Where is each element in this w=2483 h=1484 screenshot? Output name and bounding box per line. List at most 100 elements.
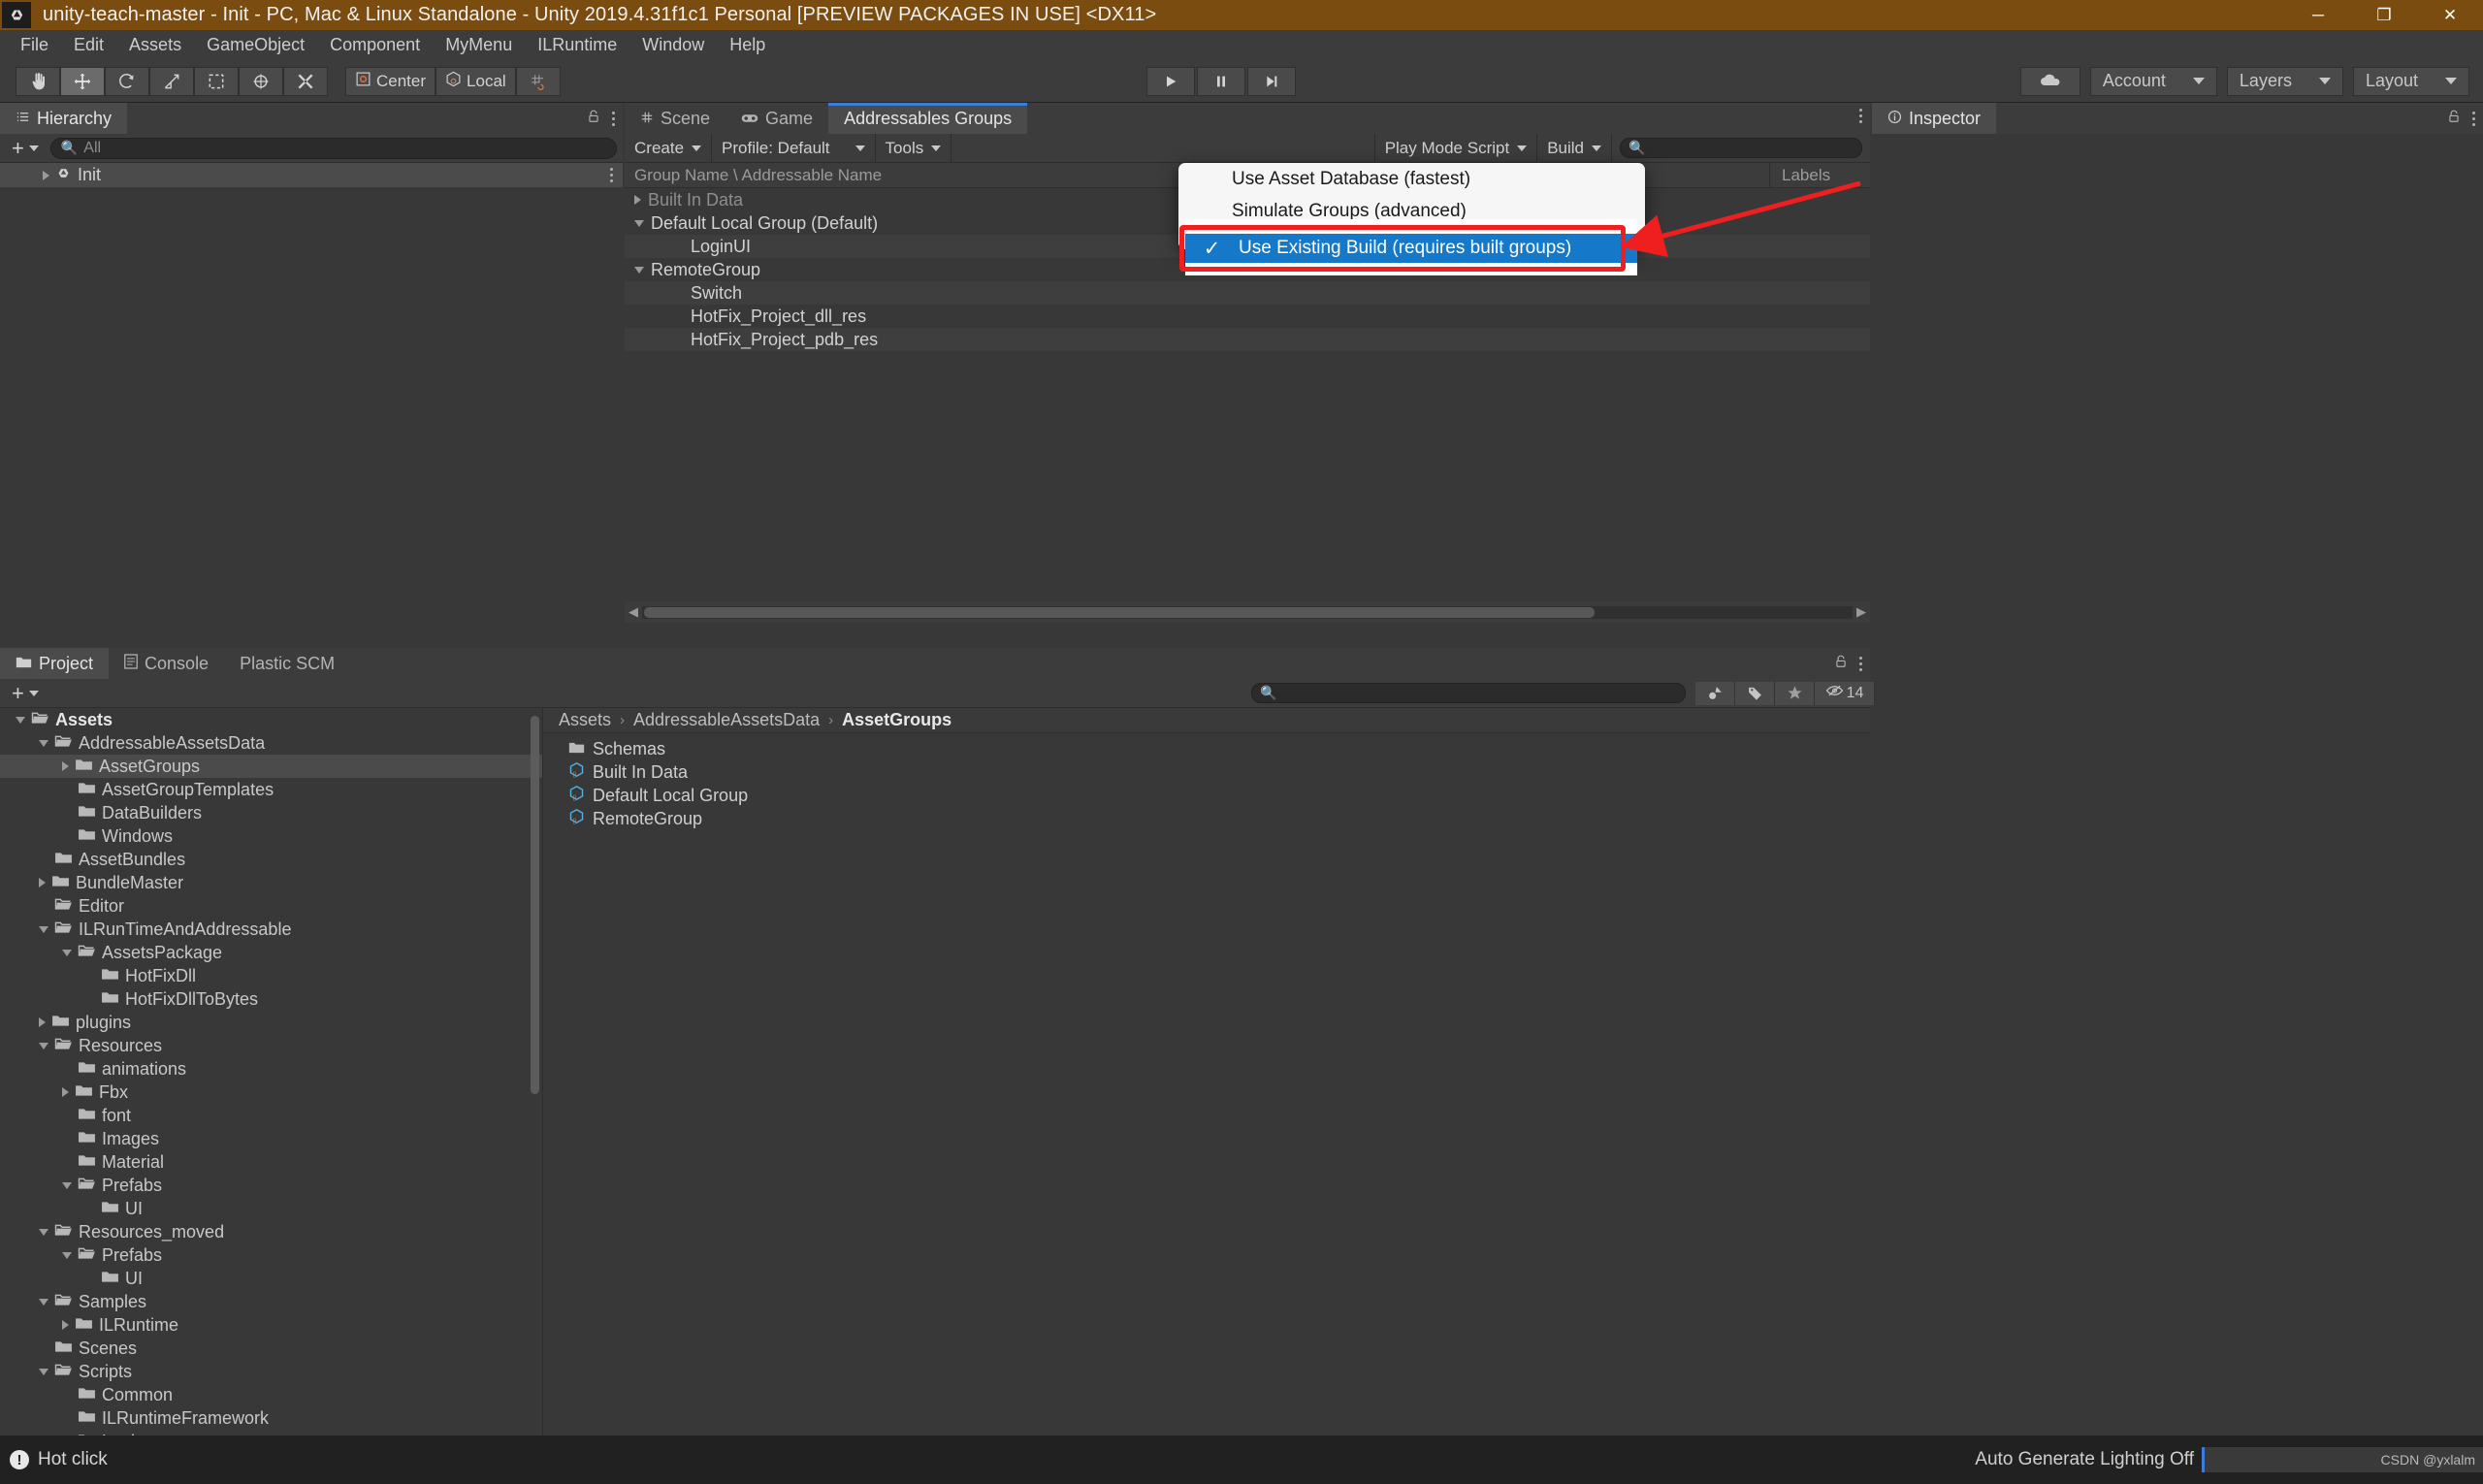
chevron-down-icon[interactable] (16, 716, 25, 724)
move-tool-icon[interactable] (60, 66, 105, 96)
breadcrumb-assets[interactable]: Assets (559, 710, 611, 730)
project-tree-row[interactable]: DataBuilders (0, 801, 542, 824)
tab-game[interactable]: Game (726, 103, 828, 134)
layout-dropdown[interactable]: Layout (2352, 66, 2469, 96)
tab-scene[interactable]: Scene (625, 103, 726, 134)
scroll-track[interactable] (642, 605, 1853, 619)
chevron-down-icon[interactable] (39, 1228, 48, 1236)
create-asset-button[interactable]: + (6, 681, 45, 706)
hand-tool-icon[interactable] (16, 66, 60, 96)
addressables-horizontal-scrollbar[interactable]: ◀ ▶ (625, 601, 1870, 623)
project-tree-row[interactable]: Prefabs (0, 1174, 542, 1197)
menu-edit[interactable]: Edit (61, 32, 116, 58)
scroll-thumb[interactable] (644, 606, 1595, 618)
inspector-menu-icon[interactable] (2472, 112, 2475, 126)
chevron-down-icon[interactable] (634, 266, 644, 274)
chevron-right-icon[interactable] (634, 195, 641, 205)
project-tree-row[interactable]: Assets (0, 708, 542, 731)
menu-mymenu[interactable]: MyMenu (433, 32, 525, 58)
tab-plastic-scm[interactable]: Plastic SCM (224, 648, 350, 679)
project-tree-row[interactable]: Scripts (0, 1360, 542, 1383)
close-button[interactable]: ✕ (2417, 0, 2483, 30)
project-tree-row[interactable]: HotFixDll (0, 964, 542, 987)
project-tree-row[interactable]: Resources (0, 1034, 542, 1057)
asset-row-built-in-data[interactable]: {} Built In Data (543, 760, 1870, 784)
project-tree-row[interactable]: Windows (0, 824, 542, 848)
project-tree-row[interactable]: plugins (0, 1011, 542, 1034)
menu-ilruntime[interactable]: ILRuntime (525, 32, 629, 58)
project-tree-row[interactable]: Images (0, 1127, 542, 1150)
menu-component[interactable]: Component (317, 32, 433, 58)
menu-assets[interactable]: Assets (116, 32, 194, 58)
addressables-row[interactable]: Switch Assets/Resources_moved/Prefabs/Sw… (625, 281, 2483, 305)
label-filter-icon[interactable] (1735, 681, 1775, 705)
project-tree-row[interactable]: AddressableAssetsData (0, 731, 542, 755)
project-tree-row[interactable]: AssetGroups (0, 755, 542, 778)
asset-type-filter-icon[interactable] (1695, 681, 1735, 705)
status-message[interactable]: ! Hot click (0, 1449, 108, 1470)
scroll-left-icon[interactable]: ◀ (625, 604, 642, 620)
chevron-right-icon[interactable] (62, 761, 69, 771)
chevron-down-icon[interactable] (39, 1298, 48, 1306)
play-mode-script-dropdown[interactable]: Play Mode Script (1375, 133, 1538, 163)
scale-tool-icon[interactable] (149, 66, 194, 96)
project-tree-row[interactable]: AssetGroupTemplates (0, 778, 542, 801)
tab-hierarchy[interactable]: Hierarchy (0, 103, 128, 134)
project-tree-row[interactable]: animations (0, 1057, 542, 1081)
layers-dropdown[interactable]: Layers (2226, 66, 2343, 96)
scroll-right-icon[interactable]: ▶ (1853, 604, 1870, 620)
chevron-down-icon[interactable] (39, 925, 48, 933)
asset-row-schemas[interactable]: Schemas (543, 737, 1870, 760)
hierarchy-menu-icon[interactable] (612, 112, 615, 126)
project-tree-row[interactable]: HotFixDllToBytes (0, 987, 542, 1011)
asset-row-remotegroup[interactable]: {} RemoteGroup (543, 807, 1870, 830)
addressables-menu-icon[interactable] (1859, 109, 1862, 123)
pivot-mode-button[interactable]: Center (345, 66, 436, 96)
minimize-button[interactable]: ─ (2285, 0, 2351, 30)
hierarchy-search-input[interactable]: 🔍 All (49, 137, 617, 159)
rect-tool-icon[interactable] (194, 66, 239, 96)
menu-item-use-asset-database[interactable]: Use Asset Database (fastest) (1178, 163, 1645, 195)
create-dropdown[interactable]: Create (625, 133, 713, 163)
addressables-search-input[interactable]: 🔍 (1620, 138, 1862, 158)
rotate-tool-icon[interactable] (105, 66, 149, 96)
tab-console[interactable]: Console (109, 648, 224, 679)
hidden-packages-count[interactable]: 14 (1815, 681, 1875, 705)
tab-inspector[interactable]: Inspector (1872, 103, 1997, 134)
lock-icon[interactable] (587, 109, 600, 129)
custom-tool-icon[interactable] (283, 66, 328, 96)
addressables-row[interactable]: HotFix_Project_dll_res Assets/ILRunTimeA… (625, 305, 2483, 328)
grid-snapping-icon[interactable] (515, 66, 561, 96)
tab-addressables-groups[interactable]: Addressables Groups (828, 103, 1028, 134)
create-gameobject-button[interactable]: + (6, 136, 45, 161)
breadcrumb-addressableassetsdata[interactable]: AddressableAssetsData (633, 710, 820, 730)
space-mode-button[interactable]: Local (435, 66, 516, 96)
project-tree-row[interactable]: Common (0, 1383, 542, 1406)
project-menu-icon[interactable] (1859, 657, 1862, 671)
addressables-row[interactable]: HotFix_Project_pdb_res Assets/ILRunTimeA… (625, 328, 2483, 351)
tools-dropdown[interactable]: Tools (876, 133, 952, 163)
lock-icon[interactable] (2447, 109, 2461, 129)
chevron-right-icon[interactable] (62, 1320, 69, 1330)
breadcrumb-assetgroups[interactable]: AssetGroups (842, 710, 951, 730)
row-menu-icon[interactable] (610, 168, 613, 182)
chevron-down-icon[interactable] (62, 949, 72, 956)
play-button[interactable] (1146, 66, 1195, 96)
project-tree-row[interactable]: Prefabs (0, 1243, 542, 1267)
hierarchy-row-init[interactable]: Init (0, 163, 623, 187)
chevron-down-icon[interactable] (634, 219, 644, 227)
project-tree-row[interactable]: Scenes (0, 1337, 542, 1360)
menu-item-use-existing-build[interactable]: ✓ Use Existing Build (requires built gro… (1185, 234, 1637, 263)
cloud-button[interactable] (2019, 66, 2080, 96)
chevron-down-icon[interactable] (39, 1042, 48, 1049)
menu-gameobject[interactable]: GameObject (194, 32, 317, 58)
project-tree-row[interactable]: Material (0, 1150, 542, 1174)
menu-help[interactable]: Help (717, 32, 778, 58)
pause-button[interactable] (1197, 66, 1245, 96)
account-dropdown[interactable]: Account (2089, 66, 2217, 96)
step-button[interactable] (1247, 66, 1296, 96)
maximize-button[interactable]: ❐ (2351, 0, 2417, 30)
tab-project[interactable]: Project (0, 648, 110, 679)
menu-window[interactable]: Window (629, 32, 717, 58)
favorite-filter-icon[interactable] (1775, 681, 1815, 705)
